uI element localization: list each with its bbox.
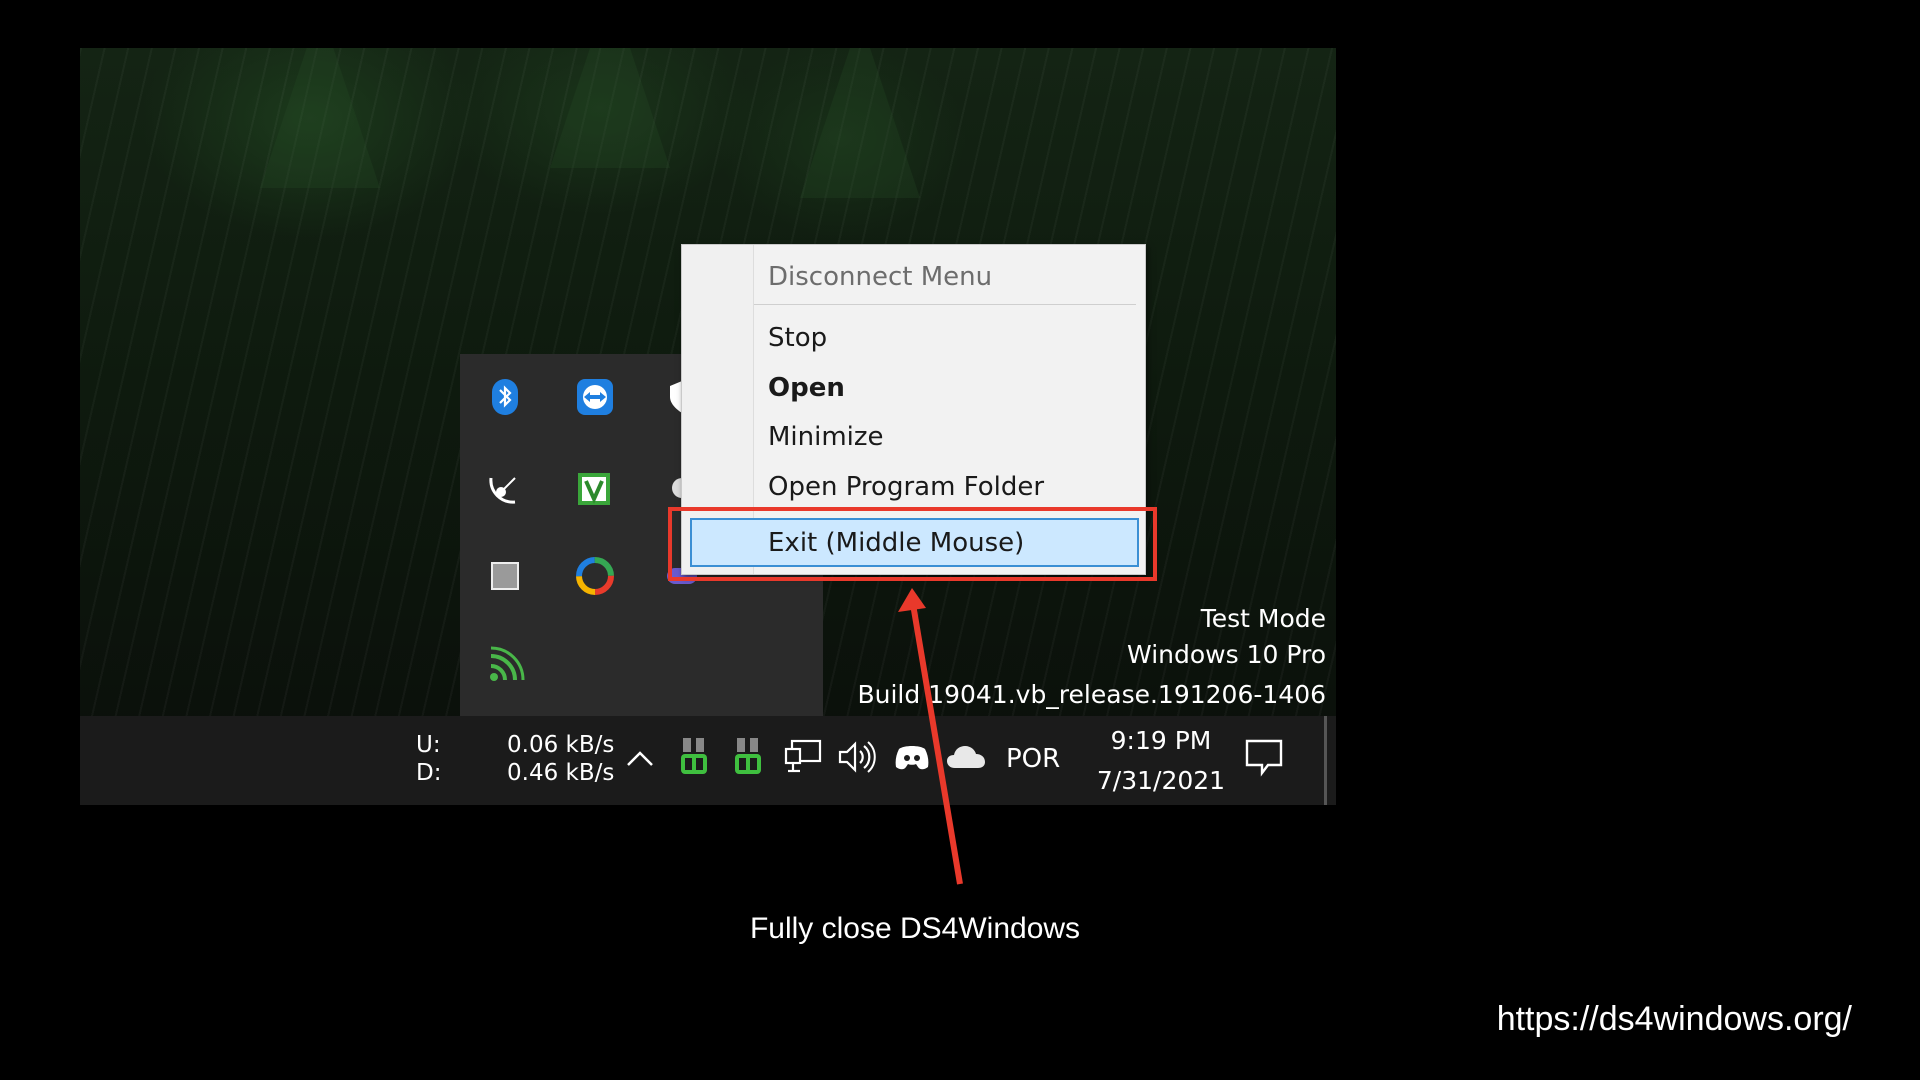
annotation-arrow-line	[910, 603, 963, 885]
annotation-arrowhead	[898, 588, 926, 612]
footer-url: https://ds4windows.org/	[1496, 1000, 1852, 1038]
annotation-caption: Fully close DS4Windows	[749, 912, 1081, 945]
